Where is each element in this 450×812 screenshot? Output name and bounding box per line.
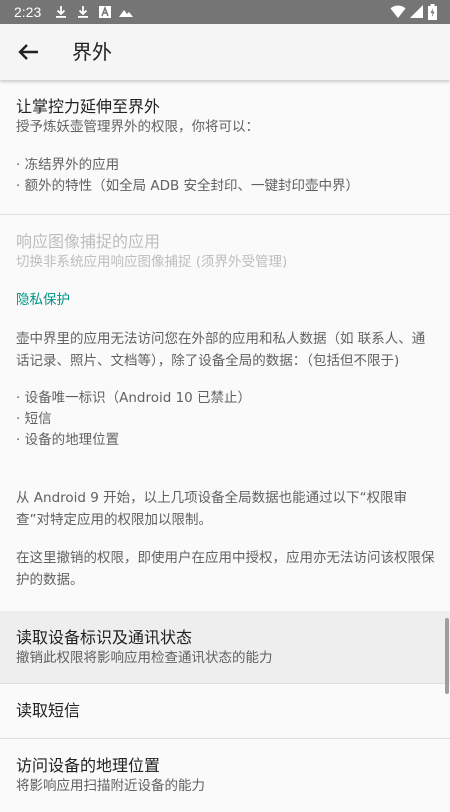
download-icon: [56, 6, 66, 18]
privacy-android9-note: 从 Android 9 开始，以上几项设备全局数据也能通过以下“权限审查”对特定…: [16, 490, 408, 528]
privacy-bullet-location: · 设备的地理位置: [16, 432, 120, 448]
download-icon: [78, 6, 88, 18]
signal-icon: [410, 5, 423, 18]
battery-icon: [428, 4, 437, 20]
scrollbar[interactable]: [445, 618, 449, 694]
privacy-bullet-device-id: · 设备唯一标识（Android 10 已禁止）: [16, 390, 252, 406]
image-capture-preference[interactable]: 响应图像捕捉的应用 切换非系统应用响应图像捕捉 (须界外受管理): [0, 215, 450, 286]
image-capture-title: 响应图像捕捉的应用: [16, 232, 161, 251]
wifi-icon: [390, 5, 406, 18]
extend-bullet-freeze: · 冻结界外的应用: [16, 157, 120, 173]
permission-location-title: 访问设备的地理位置: [16, 756, 161, 775]
status-time: 2:23: [14, 4, 42, 20]
image-capture-summary: 切换非系统应用响应图像捕捉 (须界外受管理): [16, 254, 288, 270]
privacy-bullet-sms: · 短信: [16, 411, 52, 427]
extend-control-summary: 授予炼妖壶管理界外的权限，你将可以：: [16, 119, 259, 135]
permission-phone-state[interactable]: 读取设备标识及通讯状态 撤销此权限将影响应用检查通讯状态的能力: [0, 611, 450, 683]
permission-location-summary: 将影响应用扫描附近设备的能力: [16, 778, 205, 794]
privacy-revoke-note: 在这里撤销的权限，即使用户在应用中授权，应用亦无法访问该权限保护的数据。: [16, 550, 435, 588]
photo-icon: [119, 10, 133, 17]
back-arrow-icon[interactable]: [12, 36, 44, 68]
app-bar: 界外: [0, 24, 450, 80]
permission-phone-state-summary: 撤销此权限将影响应用检查通讯状态的能力: [16, 650, 273, 666]
permission-sms-title: 读取短信: [16, 701, 81, 720]
extend-control-title: 让掌控力延伸至界外: [16, 97, 161, 116]
status-bar: 2:23: [0, 0, 450, 24]
permission-sms[interactable]: 读取短信: [0, 684, 450, 738]
app-icon: [99, 5, 111, 18]
extend-control-preference[interactable]: 让掌控力延伸至界外 授予炼妖壶管理界外的权限，你将可以： · 冻结界外的应用 ·…: [0, 80, 450, 214]
privacy-category-header: 隐私保护: [16, 292, 70, 308]
settings-list: 让掌控力延伸至界外 授予炼妖壶管理界外的权限，你将可以： · 冻结界外的应用 ·…: [0, 80, 450, 812]
page-title: 界外: [72, 40, 112, 64]
permission-phone-state-title: 读取设备标识及通讯状态: [16, 628, 193, 647]
extend-bullet-features: · 额外的特性（如全局 ADB 安全封印、一键封印壶中界）: [16, 178, 360, 194]
permission-location[interactable]: 访问设备的地理位置 将影响应用扫描附近设备的能力: [0, 739, 450, 812]
privacy-intro: 壶中界里的应用无法访问您在外部的应用和私人数据（如 联系人、通话记录、照片、文档…: [16, 331, 426, 369]
